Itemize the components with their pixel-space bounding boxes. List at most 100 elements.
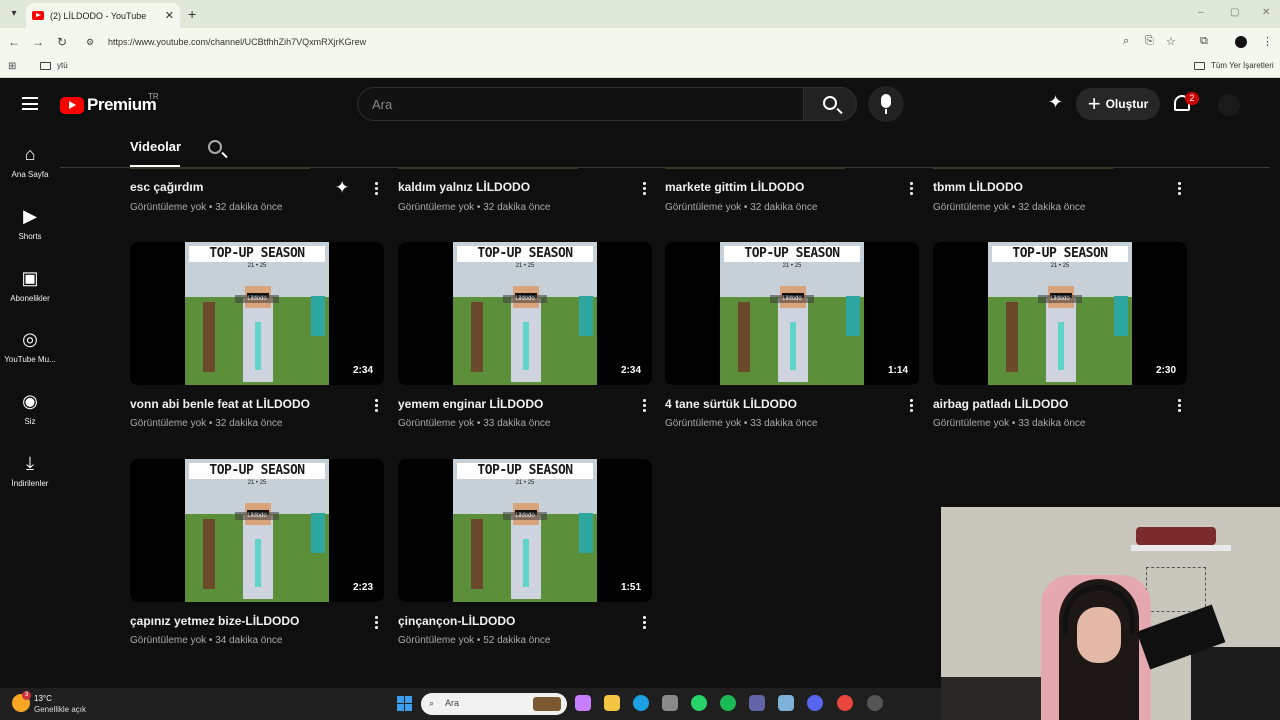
video-meta: Görüntüleme yok • 32 dakika önce — [130, 202, 283, 213]
sidebar-item-home[interactable]: ⌂ Ana Sayfa — [0, 144, 60, 179]
premium-spark-icon[interactable]: ✦ — [1048, 92, 1063, 113]
video-duration: 2:23 — [349, 581, 376, 594]
sidebar-item-you[interactable]: ◉ Siz — [0, 391, 60, 426]
search-input[interactable]: Ara — [357, 87, 804, 121]
url-text[interactable]: https://www.youtube.com/channel/UCBtfhhZ… — [108, 37, 366, 47]
create-button[interactable]: + Oluştur — [1076, 88, 1160, 120]
video-thumbnail[interactable]: Lildodo TOP-UP SEASON 21 • 25 2:30 — [933, 242, 1187, 385]
video-thumbnail[interactable]: Lildodo TOP-UP SEASON 21 • 25 2:34 — [130, 242, 384, 385]
maximize-button[interactable]: ▢ — [1230, 7, 1239, 18]
thumbnail-banner-sub: 21 • 25 — [1050, 263, 1070, 269]
teams-icon[interactable] — [749, 695, 765, 711]
more-options-icon[interactable] — [643, 399, 647, 413]
video-meta: Görüntüleme yok • 52 dakika önce — [398, 635, 551, 646]
discord-icon[interactable] — [807, 695, 823, 711]
chrome-icon[interactable] — [837, 695, 853, 711]
store-icon[interactable] — [662, 695, 678, 711]
zoom-icon[interactable]: ⌕ — [1123, 35, 1129, 48]
search-button[interactable] — [803, 87, 857, 121]
video-title[interactable]: kaldım yalnız LİLDODO — [398, 180, 530, 194]
menu-hamburger-icon[interactable] — [22, 97, 38, 110]
file-explorer-icon[interactable] — [604, 695, 620, 711]
video-title[interactable]: 4 tane sürtük LİLDODO — [665, 397, 797, 411]
address-bar[interactable]: ⚙ https://www.youtube.com/channel/UCBtfh… — [80, 31, 1158, 53]
forward-arrow-icon[interactable]: → — [30, 34, 46, 50]
edge-icon[interactable] — [633, 695, 649, 711]
minimize-button[interactable]: – — [1198, 7, 1204, 18]
tab-close-icon[interactable]: ✕ — [165, 9, 174, 22]
bookmark-folder-ytu[interactable]: ytü — [40, 61, 68, 70]
video-title[interactable]: çinçançon-LİLDODO — [398, 614, 515, 628]
back-arrow-icon[interactable]: ← — [6, 34, 22, 50]
video-title[interactable]: çapınız yetmez bize-LİLDODO — [130, 614, 299, 628]
more-options-icon[interactable] — [1178, 182, 1182, 196]
copilot-icon[interactable] — [575, 695, 591, 711]
extensions-icon[interactable]: ⧉ — [1200, 35, 1208, 48]
video-thumbnail[interactable]: Lildodo TOP-UP SEASON 21 • 25 2:23 — [130, 459, 384, 602]
app-icon[interactable] — [867, 695, 883, 711]
voice-search-button[interactable] — [868, 86, 904, 122]
premium-spark-icon[interactable]: ✦ — [335, 178, 349, 198]
sidebar-item-label: Siz — [24, 417, 36, 426]
video-title[interactable]: tbmm LİLDODO — [933, 180, 1023, 194]
more-options-icon[interactable] — [643, 616, 647, 630]
tab-videos[interactable]: Videolar — [130, 139, 181, 154]
sidebar-item-downloads[interactable]: ⤓ İndirilenler — [0, 453, 60, 488]
tab-search-menu-icon[interactable]: ▾ — [6, 6, 22, 22]
channel-search-icon[interactable] — [208, 140, 222, 154]
more-options-icon[interactable] — [375, 182, 379, 196]
more-options-icon[interactable] — [1178, 399, 1182, 413]
browser-menu-icon[interactable]: ⋮ — [1262, 35, 1273, 48]
video-meta: Görüntüleme yok • 32 dakika önce — [933, 202, 1086, 213]
taskbar-search-input[interactable]: ⌕ Ara — [421, 693, 567, 715]
browser-tab[interactable]: (2) LİLDODO - YouTube ✕ — [26, 3, 180, 28]
app-icon[interactable] — [778, 695, 794, 711]
reload-icon[interactable]: ↻ — [54, 34, 70, 50]
new-tab-button[interactable]: + — [188, 6, 196, 22]
video-meta: Görüntüleme yok • 33 dakika önce — [933, 418, 1086, 429]
more-options-icon[interactable] — [375, 616, 379, 630]
video-title[interactable]: markete gittim LİLDODO — [665, 180, 804, 194]
youtube-logo-icon — [60, 96, 84, 114]
video-title[interactable]: yemem enginar LİLDODO — [398, 397, 543, 411]
video-title[interactable]: esc çağırdım — [130, 180, 203, 194]
video-title[interactable]: vonn abi benle feat at LİLDODO — [130, 397, 310, 411]
microphone-stand — [885, 109, 887, 114]
install-app-icon[interactable]: ⎘ — [1145, 35, 1154, 48]
sidebar-item-youtube-music[interactable]: ◎ YouTube Mu... — [0, 329, 60, 364]
sidebar-item-subscriptions[interactable]: ▣ Abonelikler — [0, 268, 60, 303]
thumbnail-tag: Lildodo — [503, 512, 547, 520]
whatsapp-icon[interactable] — [691, 695, 707, 711]
thumbnail-tag: Lildodo — [1038, 295, 1082, 303]
more-options-icon[interactable] — [643, 182, 647, 196]
sidebar-item-shorts[interactable]: ▶ Shorts — [0, 206, 60, 241]
youtube-premium-logo[interactable]: Premium — [60, 95, 157, 115]
windows-start-icon[interactable] — [397, 696, 412, 711]
video-thumbnail[interactable]: Lildodo TOP-UP SEASON 21 • 25 1:51 — [398, 459, 652, 602]
tab-title: (2) LİLDODO - YouTube — [50, 10, 147, 21]
thumbnail-image: Lildodo TOP-UP SEASON 21 • 25 — [453, 459, 597, 602]
profile-avatar[interactable] — [1235, 36, 1247, 48]
bookmark-star-icon[interactable]: ☆ — [1166, 35, 1176, 48]
video-meta: Görüntüleme yok • 32 dakika önce — [398, 202, 551, 213]
thumbnail-banner: TOP-UP SEASON — [992, 246, 1128, 262]
more-options-icon[interactable] — [910, 399, 914, 413]
sidebar-item-label: İndirilenler — [11, 479, 49, 488]
video-thumbnail[interactable]: Lildodo TOP-UP SEASON 21 • 25 2:34 — [398, 242, 652, 385]
plus-icon: + — [1087, 91, 1101, 116]
all-bookmarks-folder[interactable]: Tüm Yer İşaretleri — [1194, 61, 1274, 70]
browser-tabstrip: ▾ (2) LİLDODO - YouTube ✕ + – ▢ ✕ — [0, 0, 1280, 28]
video-title[interactable]: airbag patladı LİLDODO — [933, 397, 1068, 411]
more-options-icon[interactable] — [910, 182, 914, 196]
apps-grid-icon[interactable]: ⊞ — [8, 61, 16, 72]
notification-badge: 2 — [1185, 92, 1199, 105]
close-window-button[interactable]: ✕ — [1262, 7, 1270, 18]
video-thumbnail[interactable]: Lildodo TOP-UP SEASON 21 • 25 1:14 — [665, 242, 919, 385]
spotify-icon[interactable] — [720, 695, 736, 711]
site-info-icon[interactable]: ⚙ — [86, 37, 100, 48]
thumbnail-banner-sub: 21 • 25 — [515, 263, 535, 269]
youtube-favicon-icon — [32, 11, 44, 20]
more-options-icon[interactable] — [375, 399, 379, 413]
video-meta: Görüntüleme yok • 32 dakika önce — [665, 202, 818, 213]
account-avatar[interactable] — [1218, 94, 1240, 116]
